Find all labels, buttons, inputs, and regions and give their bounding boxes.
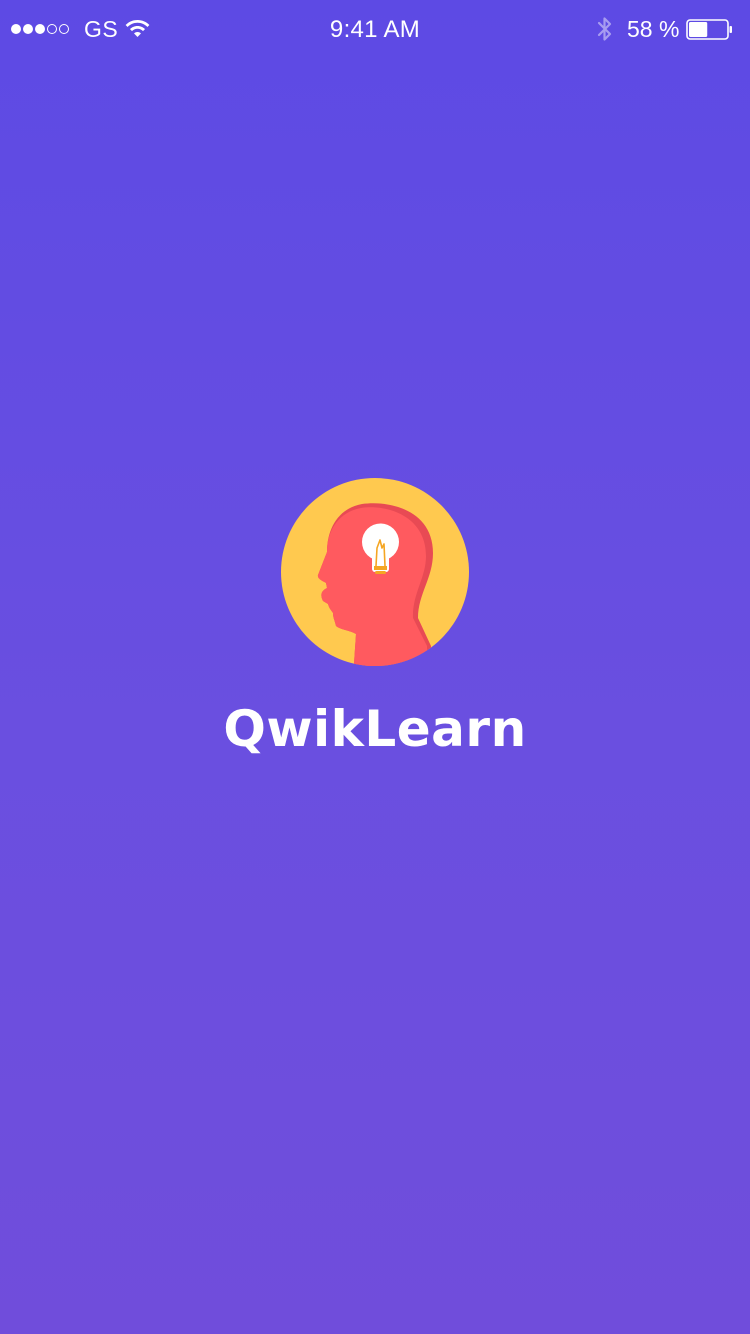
app-name: QwikLearn bbox=[223, 700, 527, 758]
bluetooth-icon bbox=[597, 17, 612, 41]
head-lightbulb-icon bbox=[281, 478, 469, 666]
battery-icon bbox=[686, 19, 732, 40]
battery-percent: 58 % bbox=[627, 16, 680, 42]
status-bar: GS 9:41 AM 58 % bbox=[0, 0, 750, 58]
